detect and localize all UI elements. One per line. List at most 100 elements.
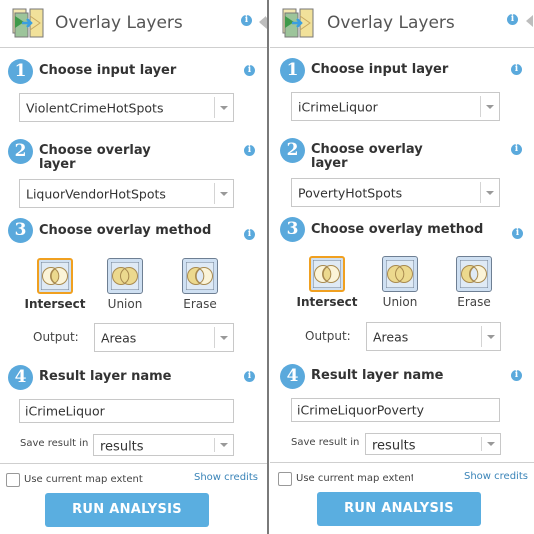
chevron-down-icon bbox=[487, 442, 495, 446]
panel-divider bbox=[267, 0, 269, 534]
run-analysis-button[interactable]: RUN ANALYSIS bbox=[45, 493, 209, 527]
select-separator bbox=[214, 438, 215, 452]
select-separator bbox=[214, 183, 215, 204]
panel-title: Overlay Layers bbox=[327, 13, 455, 33]
panel-header: Overlay Layers i bbox=[270, 0, 534, 48]
chevron-down-icon bbox=[220, 191, 228, 196]
union-icon bbox=[111, 262, 139, 290]
info-icon[interactable]: i bbox=[241, 15, 252, 26]
erase-label: Erase bbox=[457, 295, 491, 309]
input-layer-value: ViolentCrimeHotSpots bbox=[26, 100, 164, 115]
step-2-label-line1: Choose overlay bbox=[39, 143, 151, 158]
output-label: Output: bbox=[33, 330, 79, 344]
erase-label: Erase bbox=[183, 297, 217, 311]
select-separator bbox=[214, 97, 215, 118]
method-intersect[interactable]: Intersect bbox=[295, 256, 359, 309]
save-result-select[interactable]: results bbox=[93, 434, 234, 456]
method-erase[interactable]: Erase bbox=[446, 256, 502, 309]
step-2-label: Choose overlay layer bbox=[311, 143, 423, 171]
info-icon[interactable]: i bbox=[511, 370, 522, 381]
overlay-layer-value: PovertyHotSpots bbox=[298, 185, 403, 200]
step-2-badge: 2 bbox=[280, 138, 305, 163]
output-value: Areas bbox=[101, 330, 137, 345]
use-map-extent-checkbox[interactable] bbox=[6, 473, 20, 487]
overlay-layer-value: LiquorVendorHotSpots bbox=[26, 186, 166, 201]
info-icon[interactable]: i bbox=[244, 65, 255, 76]
show-credits-link[interactable]: Show credits bbox=[464, 471, 528, 482]
erase-button[interactable] bbox=[182, 258, 218, 294]
intersect-button[interactable] bbox=[37, 258, 73, 294]
input-layer-value: iCrimeLiquor bbox=[298, 99, 378, 114]
step-4-label: Result layer name bbox=[39, 369, 172, 384]
step-1-label: Choose input layer bbox=[311, 62, 449, 77]
use-map-extent-checkbox[interactable] bbox=[278, 472, 292, 486]
info-icon[interactable]: i bbox=[244, 229, 255, 240]
divider bbox=[270, 462, 534, 463]
chevron-down-icon bbox=[220, 335, 228, 340]
run-analysis-button[interactable]: RUN ANALYSIS bbox=[317, 492, 481, 526]
method-erase[interactable]: Erase bbox=[172, 258, 228, 311]
info-icon[interactable]: i bbox=[244, 371, 255, 382]
union-label: Union bbox=[107, 297, 143, 311]
output-select[interactable]: Areas bbox=[366, 322, 501, 351]
erase-button[interactable] bbox=[456, 256, 492, 292]
collapse-arrow-icon[interactable] bbox=[260, 17, 267, 29]
chevron-down-icon bbox=[486, 190, 494, 195]
chevron-down-icon bbox=[487, 334, 495, 339]
save-result-label: Save result in bbox=[20, 438, 89, 449]
overlay-layers-icon bbox=[282, 8, 314, 38]
info-icon[interactable]: i bbox=[511, 64, 522, 75]
select-separator bbox=[480, 182, 481, 203]
step-2-label-line1: Choose overlay bbox=[311, 142, 423, 157]
show-credits-link[interactable]: Show credits bbox=[194, 472, 258, 483]
method-union[interactable]: Union bbox=[372, 256, 428, 309]
output-label: Output: bbox=[305, 329, 351, 343]
overlay-layer-select[interactable]: PovertyHotSpots bbox=[291, 178, 500, 207]
method-union[interactable]: Union bbox=[97, 258, 153, 311]
result-layer-name-value: iCrimeLiquor bbox=[25, 403, 105, 419]
input-layer-select[interactable]: iCrimeLiquor bbox=[291, 92, 500, 121]
chevron-down-icon bbox=[486, 104, 494, 109]
union-button[interactable] bbox=[107, 258, 143, 294]
panel-title: Overlay Layers bbox=[55, 13, 183, 33]
info-icon[interactable]: i bbox=[511, 144, 522, 155]
use-map-extent-label: Use current map extent bbox=[24, 474, 143, 485]
step-3-label: Choose overlay method bbox=[311, 222, 484, 237]
result-layer-name-input[interactable]: iCrimeLiquor bbox=[19, 399, 234, 423]
step-3-badge: 3 bbox=[8, 218, 33, 243]
union-icon bbox=[386, 260, 414, 288]
save-result-select[interactable]: results bbox=[365, 433, 501, 455]
overlay-layers-icon bbox=[12, 8, 44, 38]
info-icon[interactable]: i bbox=[507, 14, 518, 25]
save-result-value: results bbox=[372, 438, 416, 454]
chevron-down-icon bbox=[220, 443, 228, 447]
intersect-label: Intersect bbox=[296, 295, 358, 309]
select-separator bbox=[481, 437, 482, 451]
overlay-layers-panel-right: Overlay Layers i 1 Choose input layer i … bbox=[260, 0, 534, 534]
save-result-label: Save result in bbox=[291, 437, 360, 448]
step-3-badge: 3 bbox=[280, 217, 305, 242]
intersect-icon bbox=[41, 262, 69, 290]
erase-icon bbox=[460, 260, 488, 288]
union-button[interactable] bbox=[382, 256, 418, 292]
step-1-label: Choose input layer bbox=[39, 63, 177, 78]
union-label: Union bbox=[382, 295, 418, 309]
step-3-label: Choose overlay method bbox=[39, 223, 212, 238]
intersect-icon bbox=[313, 260, 341, 288]
select-separator bbox=[480, 96, 481, 117]
output-select[interactable]: Areas bbox=[94, 323, 234, 352]
intersect-label: Intersect bbox=[24, 297, 86, 311]
step-4-badge: 4 bbox=[8, 365, 33, 390]
method-intersect[interactable]: Intersect bbox=[23, 258, 87, 311]
input-layer-select[interactable]: ViolentCrimeHotSpots bbox=[19, 93, 234, 122]
info-icon[interactable]: i bbox=[244, 145, 255, 156]
result-layer-name-input[interactable]: iCrimeLiquorPoverty bbox=[291, 398, 500, 422]
step-1-badge: 1 bbox=[8, 59, 33, 84]
overlay-layers-panel-left: Overlay Layers i 1 Choose input layer i … bbox=[0, 0, 267, 534]
step-2-label: Choose overlay layer bbox=[39, 144, 151, 172]
intersect-button[interactable] bbox=[309, 256, 345, 292]
overlay-layer-select[interactable]: LiquorVendorHotSpots bbox=[19, 179, 234, 208]
collapse-arrow-icon[interactable] bbox=[526, 15, 533, 27]
info-icon[interactable]: i bbox=[512, 228, 523, 239]
select-separator bbox=[214, 327, 215, 348]
